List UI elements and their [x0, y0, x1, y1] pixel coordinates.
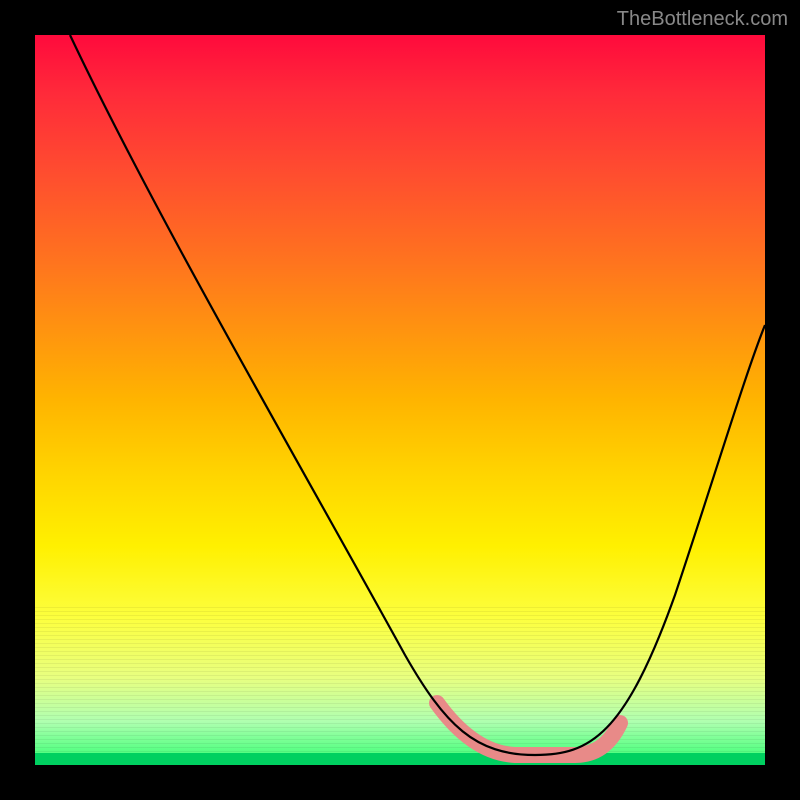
chart-line-curve [70, 35, 765, 755]
chart-svg-layer [35, 35, 765, 765]
chart-container [35, 35, 765, 765]
chart-plot-area [35, 35, 765, 765]
chart-highlight-segment [437, 703, 620, 755]
watermark-text: TheBottleneck.com [617, 8, 788, 31]
